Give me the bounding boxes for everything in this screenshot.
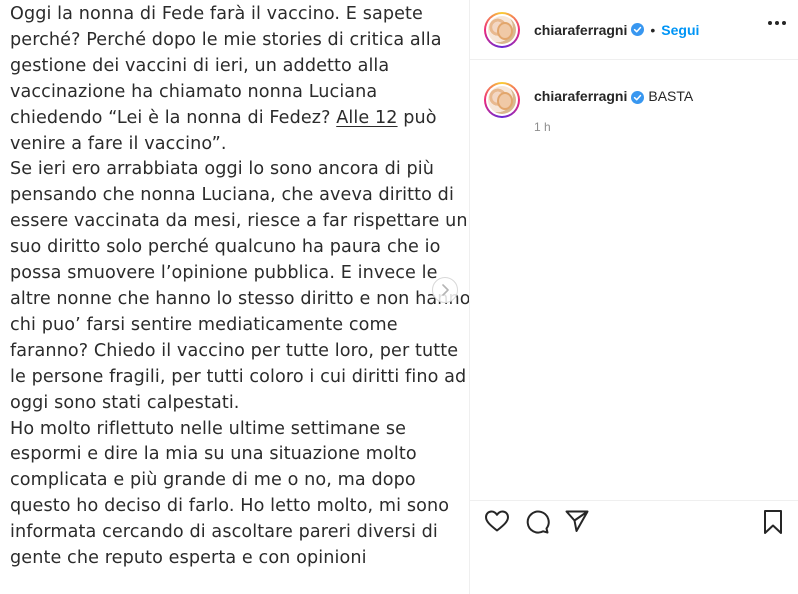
post-text-line: Oggi la nonna di Fede farà il vaccino. E…: [10, 4, 423, 24]
post-text-line: Ho molto riflettuto nelle ultime settima…: [10, 418, 407, 439]
avatar[interactable]: [484, 11, 520, 48]
follow-button[interactable]: Segui: [661, 22, 699, 38]
heart-icon[interactable]: [484, 509, 510, 538]
caption-avatar[interactable]: [484, 82, 520, 118]
post-timestamp[interactable]: 1 h: [534, 120, 693, 134]
post-text-line: pensando che nonna Luciana, che aveva di…: [10, 185, 454, 206]
post-text-line: complicata e più grande di me o no, ma d…: [10, 470, 416, 491]
next-slide-button[interactable]: [432, 277, 458, 303]
post-text-line: Se ieri ero arrabbiata oggi lo sono anco…: [10, 159, 435, 180]
bookmark-icon[interactable]: [762, 509, 784, 540]
post-image: Oggi la nonna di Fede farà il vaccino. E…: [0, 0, 469, 594]
post-image-text: Oggi la nonna di Fede farà il vaccino. E…: [10, 2, 469, 572]
post-text-line: altre nonne che hanno lo stesso diritto …: [10, 288, 469, 309]
post-text-segment: può: [397, 107, 437, 128]
post-text-line: vaccinazione ha chiamato nonna Luciana: [10, 81, 378, 102]
chevron-right-icon: [442, 284, 449, 296]
caption-text: BASTA: [648, 88, 694, 104]
post-text-line: gente che reputo esperta e con opinioni: [10, 548, 367, 569]
post-text-line: informata cercando di ascoltare pareri d…: [10, 522, 438, 543]
post-side-panel: chiaraferragni • Segui chiaraferragni BA…: [470, 0, 798, 594]
more-options-icon[interactable]: [768, 21, 786, 25]
post-text-line: suo diritto solo perché qualcuno ha paur…: [10, 237, 441, 258]
caption-username[interactable]: chiaraferragni: [534, 88, 627, 104]
post-text-line: gestione dei vaccini di ieri, un addetto…: [10, 55, 390, 76]
post-text-line: questo ho deciso di farlo. Ho letto molt…: [10, 496, 450, 517]
action-bar: [470, 500, 798, 540]
post-header: chiaraferragni • Segui: [470, 0, 798, 60]
avatar-image: [488, 15, 516, 44]
post-caption: chiaraferragni BASTA 1 h: [484, 82, 784, 134]
comment-icon[interactable]: [524, 509, 550, 540]
header-username[interactable]: chiaraferragni: [534, 22, 627, 38]
post-text-underlined: Alle 12: [336, 107, 398, 128]
verified-badge-icon: [631, 23, 645, 36]
post-text-line: essere vaccinata da mesi, riesce a far r…: [10, 211, 468, 232]
post-text-line: faranno? Chiedo il vaccino per tutte lor…: [10, 340, 459, 361]
verified-badge-icon: [631, 90, 645, 104]
post-text-line: chi puo’ farsi sentire mediaticamente co…: [10, 314, 398, 335]
post-text-line: espormi e dire la mia su una situazione …: [10, 444, 417, 465]
post-text-line: venire a fare il vaccino”.: [10, 133, 227, 154]
post-text-segment: chiedendo “Lei è la nonna di Fedez?: [10, 107, 337, 128]
post-text-line: perché? Perché dopo le mie stories di cr…: [10, 29, 442, 50]
post-text-line: chiedendo “Lei è la nonna di Fedez? Alle…: [10, 106, 455, 132]
post-text-line: possa smuovere l’opinione pubblica. E in…: [10, 263, 438, 284]
post-text-line: le persone fragili, per tutti coloro i c…: [10, 366, 467, 387]
avatar-image: [488, 86, 516, 114]
separator-dot: •: [650, 21, 656, 38]
paper-plane-icon[interactable]: [564, 509, 590, 538]
post-text-line: oggi sono stati calpestati.: [10, 392, 240, 413]
